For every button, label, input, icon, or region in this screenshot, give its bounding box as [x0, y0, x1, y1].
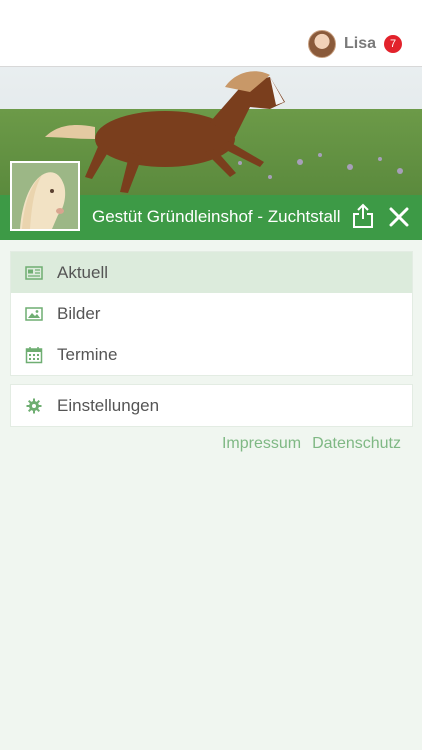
- image-icon: [25, 306, 43, 321]
- menu-item-einstellungen[interactable]: Einstellungen: [11, 385, 412, 426]
- menu-item-label: Einstellungen: [57, 395, 160, 415]
- settings-menu: Einstellungen: [10, 384, 413, 427]
- user-avatar[interactable]: [307, 30, 336, 58]
- datenschutz-link[interactable]: Datenschutz: [312, 435, 401, 453]
- menu-item-aktuell[interactable]: Aktuell: [11, 252, 412, 293]
- menu-item-label: Aktuell: [57, 262, 109, 282]
- menu-item-termine[interactable]: Termine: [11, 334, 412, 375]
- close-icon[interactable]: [389, 207, 409, 227]
- profile-picture[interactable]: [10, 161, 80, 231]
- share-icon[interactable]: [351, 203, 375, 229]
- gear-icon: [26, 398, 42, 413]
- legal-links: Impressum Datenschutz: [222, 435, 401, 453]
- news-icon: [25, 265, 43, 280]
- user-menu[interactable]: Lisa 7: [307, 30, 402, 58]
- user-name[interactable]: Lisa: [344, 35, 376, 53]
- main-menu: Aktuell Bilder Termine: [10, 251, 413, 376]
- menu-item-label: Termine: [57, 344, 118, 364]
- impressum-link[interactable]: Impressum: [222, 435, 301, 453]
- menu-item-label: Bilder: [57, 303, 101, 323]
- top-bar: Lisa 7: [0, 0, 422, 67]
- menu-item-bilder[interactable]: Bilder: [11, 293, 412, 334]
- calendar-icon: [25, 346, 43, 363]
- notification-badge[interactable]: 7: [384, 35, 402, 53]
- page-title: Gestüt Gründleinshof - Zuchtstall: [92, 207, 341, 226]
